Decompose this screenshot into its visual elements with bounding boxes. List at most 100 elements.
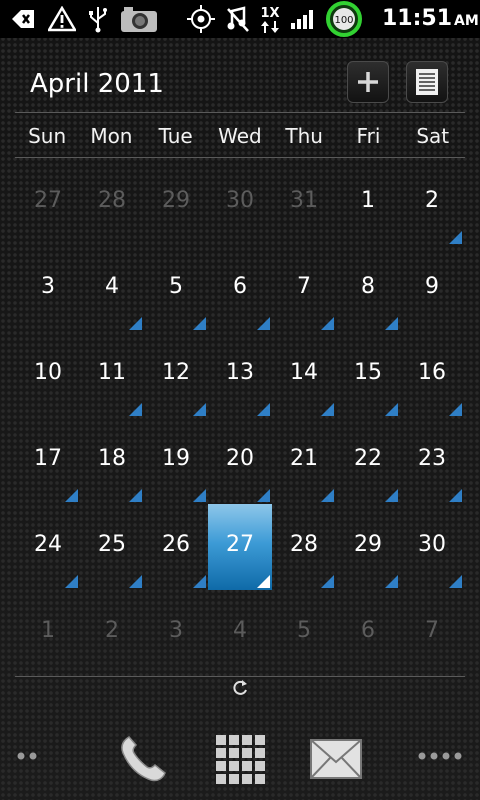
day-number: 9 — [425, 274, 439, 299]
day-cell[interactable]: 7 — [400, 590, 464, 676]
day-number: 18 — [98, 446, 126, 471]
event-indicator — [257, 489, 270, 502]
day-cell[interactable]: 1 — [336, 160, 400, 246]
network-type-label: 1X — [260, 5, 280, 21]
day-number: 8 — [361, 274, 375, 299]
day-cell[interactable]: 31 — [272, 160, 336, 246]
day-number: 17 — [34, 446, 62, 471]
agenda-view-button[interactable] — [406, 61, 448, 103]
day-cell[interactable]: 28 — [80, 160, 144, 246]
right-dots-icon[interactable] — [416, 749, 466, 763]
day-cell[interactable]: 13 — [208, 332, 272, 418]
day-cell[interactable]: 3 — [144, 590, 208, 676]
day-number: 5 — [169, 274, 183, 299]
event-indicator — [449, 403, 462, 416]
day-cell[interactable]: 12 — [144, 332, 208, 418]
day-cell[interactable]: 11 — [80, 332, 144, 418]
day-cell[interactable]: 29 — [336, 504, 400, 590]
status-bar: 1X 100 11:51 AM — [0, 0, 480, 38]
event-indicator — [449, 489, 462, 502]
phone-icon[interactable] — [112, 731, 172, 787]
day-number: 11 — [98, 360, 126, 385]
day-cell[interactable]: 30 — [400, 504, 464, 590]
day-cell[interactable]: 7 — [272, 246, 336, 332]
day-cell[interactable]: 26 — [144, 504, 208, 590]
day-cell[interactable]: 14 — [272, 332, 336, 418]
day-cell[interactable]: 29 — [144, 160, 208, 246]
day-number: 1 — [361, 188, 375, 213]
day-cell[interactable]: 9 — [400, 246, 464, 332]
month-title[interactable]: April 2011 — [30, 69, 164, 99]
day-cell[interactable]: 22 — [336, 418, 400, 504]
day-cell-today[interactable]: 27 — [208, 504, 272, 590]
day-number: 22 — [354, 446, 382, 471]
event-indicator — [449, 575, 462, 588]
day-cell[interactable]: 27 — [16, 160, 80, 246]
mute-icon — [226, 0, 250, 38]
day-number: 4 — [105, 274, 119, 299]
launcher-dock — [0, 725, 480, 800]
day-cell[interactable]: 19 — [144, 418, 208, 504]
weekday-header-row: Sun Mon Tue Wed Thu Fri Sat — [15, 114, 465, 158]
day-number: 30 — [418, 532, 446, 557]
day-number: 29 — [162, 188, 190, 213]
grid-bottom-divider — [15, 676, 465, 677]
day-cell[interactable]: 8 — [336, 246, 400, 332]
day-cell[interactable]: 5 — [272, 590, 336, 676]
day-number: 6 — [233, 274, 247, 299]
day-cell[interactable]: 18 — [80, 418, 144, 504]
day-cell[interactable]: 25 — [80, 504, 144, 590]
day-number: 28 — [98, 188, 126, 213]
day-number: 7 — [425, 618, 439, 643]
day-cell[interactable]: 17 — [16, 418, 80, 504]
day-cell[interactable]: 6 — [336, 590, 400, 676]
day-cell[interactable]: 3 — [16, 246, 80, 332]
day-cell[interactable]: 16 — [400, 332, 464, 418]
calendar-header: April 2011 — [0, 60, 480, 110]
day-cell[interactable]: 28 — [272, 504, 336, 590]
event-indicator — [385, 317, 398, 330]
day-cell[interactable]: 2 — [80, 590, 144, 676]
battery-level-text: 100 — [334, 15, 353, 26]
day-cell[interactable]: 21 — [272, 418, 336, 504]
day-number: 12 — [162, 360, 190, 385]
event-indicator — [129, 317, 142, 330]
day-number: 24 — [34, 532, 62, 557]
event-indicator — [65, 489, 78, 502]
day-cell[interactable]: 20 — [208, 418, 272, 504]
sync-icon[interactable] — [230, 678, 250, 698]
day-cell[interactable]: 6 — [208, 246, 272, 332]
day-number: 6 — [361, 618, 375, 643]
day-cell[interactable]: 23 — [400, 418, 464, 504]
day-cell[interactable]: 5 — [144, 246, 208, 332]
signal-icon — [290, 0, 316, 38]
weekday-label: Tue — [158, 124, 193, 148]
day-cell[interactable]: 15 — [336, 332, 400, 418]
day-cell[interactable]: 1 — [16, 590, 80, 676]
day-cell[interactable]: 4 — [208, 590, 272, 676]
day-cell[interactable]: 24 — [16, 504, 80, 590]
event-indicator — [257, 317, 270, 330]
weekday-divider — [15, 157, 465, 158]
left-dots-icon[interactable] — [14, 749, 42, 763]
day-number: 4 — [233, 618, 247, 643]
day-number: 21 — [290, 446, 318, 471]
event-indicator — [129, 403, 142, 416]
day-number: 29 — [354, 532, 382, 557]
add-event-button[interactable] — [347, 61, 389, 103]
weekday-label: Fri — [356, 124, 381, 148]
list-icon — [416, 69, 438, 95]
day-cell[interactable]: 30 — [208, 160, 272, 246]
app-drawer-icon[interactable] — [210, 729, 270, 789]
mail-icon[interactable] — [306, 733, 366, 785]
day-number: 3 — [169, 618, 183, 643]
gps-icon — [186, 0, 216, 38]
event-indicator — [193, 317, 206, 330]
usb-icon — [88, 0, 108, 38]
weekday-label: Thu — [285, 124, 323, 148]
weekday-label: Wed — [218, 124, 262, 148]
day-cell[interactable]: 10 — [16, 332, 80, 418]
day-cell[interactable]: 2 — [400, 160, 464, 246]
event-indicator — [385, 489, 398, 502]
day-cell[interactable]: 4 — [80, 246, 144, 332]
